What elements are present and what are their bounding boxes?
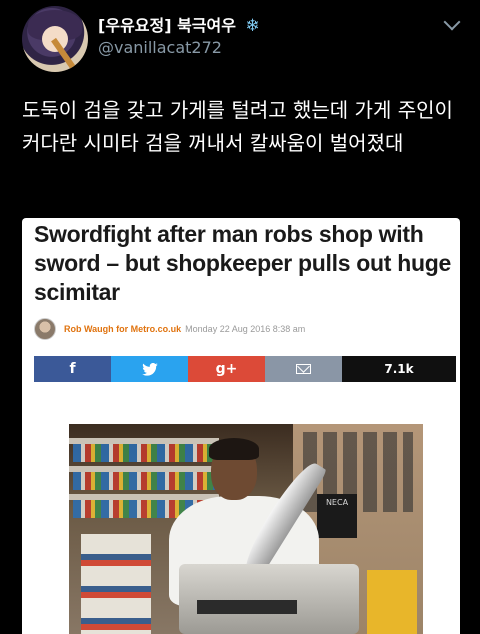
photo-scale bbox=[179, 564, 359, 634]
photo-box bbox=[367, 570, 417, 634]
display-name[interactable]: [우유요정] 북극여우 ❄ bbox=[98, 12, 260, 36]
author-avatar bbox=[34, 318, 56, 340]
article-byline: Rob Waugh for Metro.co.uk Monday 22 Aug … bbox=[34, 316, 305, 342]
article-date: Monday 22 Aug 2016 8:38 am bbox=[185, 324, 306, 334]
google-plus-icon: g+ bbox=[215, 361, 238, 377]
tweet-text: 도둑이 검을 갖고 가게를 털려고 했는데 가게 주인이 커다란 시미타 검을 … bbox=[22, 98, 453, 155]
photo-sign: NECA bbox=[317, 494, 357, 538]
avatar[interactable] bbox=[22, 6, 88, 72]
twitter-bird-icon bbox=[141, 362, 158, 376]
facebook-icon: f bbox=[69, 361, 76, 377]
photo-goods bbox=[73, 472, 215, 490]
photo-person-hair bbox=[209, 438, 259, 460]
tweet-header: [우유요정] 북극여우 ❄ @vanillacat272 bbox=[0, 0, 480, 80]
photo-goods bbox=[73, 444, 215, 462]
article-headline: Swordfight after man robs shop with swor… bbox=[34, 221, 451, 305]
mail-icon bbox=[296, 364, 311, 374]
snowflake-icon: ❄ bbox=[245, 16, 260, 36]
photo-merchandise bbox=[81, 534, 151, 634]
share-count: 7.1k bbox=[342, 356, 456, 382]
photo-scale-display bbox=[197, 600, 297, 614]
user-handle[interactable]: @vanillacat272 bbox=[98, 38, 222, 57]
tweet-media-image[interactable]: Swordfight after man robs shop with swor… bbox=[22, 218, 460, 634]
chevron-down-icon[interactable] bbox=[443, 13, 461, 31]
twitter-share-button[interactable] bbox=[111, 356, 188, 382]
display-name-text: [우유요정] 북극여우 bbox=[98, 16, 236, 35]
google-plus-share-button[interactable]: g+ bbox=[188, 356, 265, 382]
article-photo: NECA bbox=[69, 424, 423, 634]
facebook-share-button[interactable]: f bbox=[34, 356, 111, 382]
email-share-button[interactable] bbox=[265, 356, 342, 382]
share-bar: f g+ 7.1k bbox=[34, 356, 456, 382]
article-author: Rob Waugh for Metro.co.uk bbox=[64, 324, 182, 334]
